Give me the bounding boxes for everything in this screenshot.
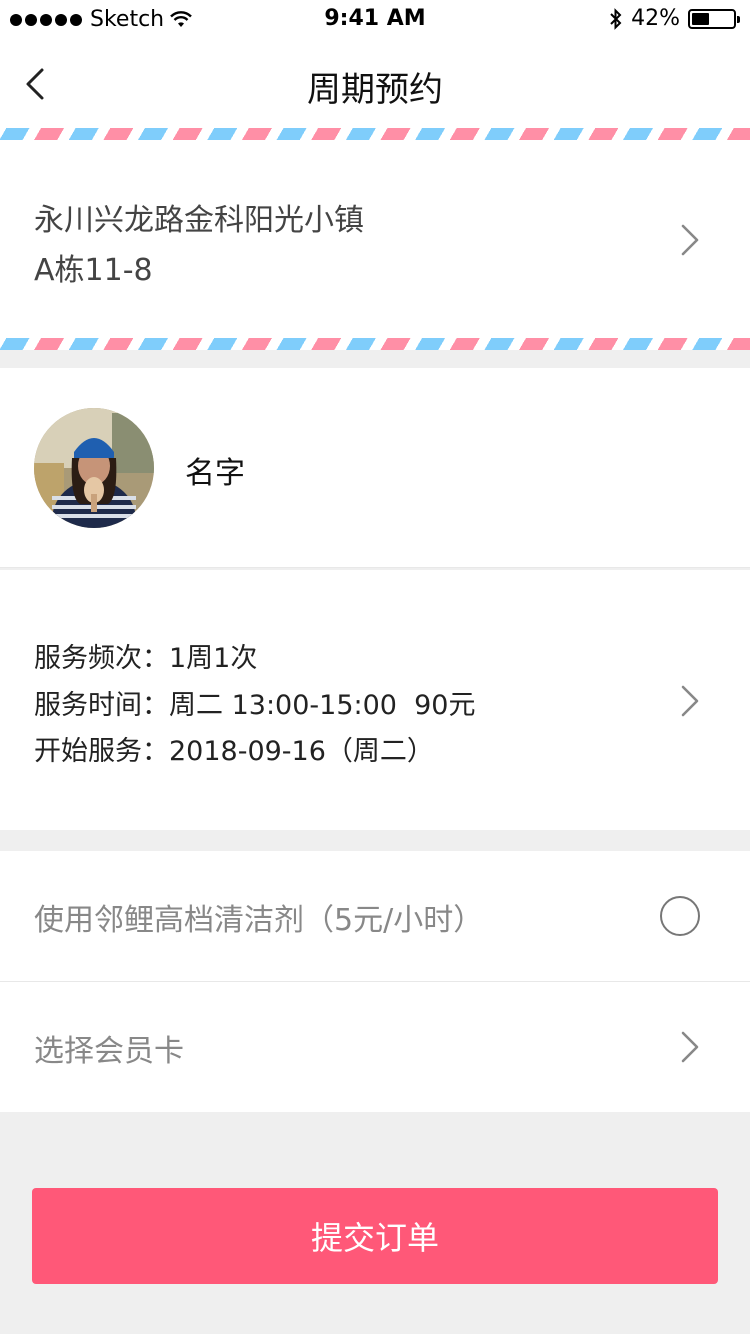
service-time: 服务时间：周二 13:00-15:00 90元 (34, 689, 476, 721)
chevron-right-icon (681, 685, 699, 717)
page-title: 周期预约 (307, 70, 443, 110)
stripe-bottom (0, 338, 750, 350)
cleaner-radio[interactable] (660, 896, 700, 936)
submit-order-button[interactable]: 提交订单 (32, 1188, 718, 1284)
stripe-top (0, 128, 750, 140)
service-details: 服务频次：1周1次 服务时间：周二 13:00-15:00 90元 开始服务：2… (34, 636, 475, 776)
status-bar: Sketch 9:41 AM 42% (0, 0, 750, 40)
chevron-right-icon (681, 224, 699, 256)
user-name: 名字 (185, 456, 245, 491)
service-frequency: 服务频次：1周1次 (34, 643, 258, 674)
avatar (34, 408, 154, 528)
status-right: 42% (609, 6, 740, 31)
user-row: 名字 (0, 368, 750, 568)
cleaner-option-row[interactable]: 使用邻鲤高档清洁剂（5元/小时） (0, 851, 750, 981)
nav-bar: 周期预约 (0, 40, 750, 128)
address-text: 永川兴龙路金科阳光小镇 A栋11-8 (34, 196, 364, 296)
member-card-label: 选择会员卡 (34, 1034, 184, 1069)
address-line-2: A栋11-8 (34, 253, 153, 288)
battery-percent: 42% (631, 6, 680, 31)
chevron-right-icon (681, 1031, 699, 1063)
battery-fill (692, 12, 709, 25)
address-line-1: 永川兴龙路金科阳光小镇 (34, 203, 364, 238)
cleaner-option-label: 使用邻鲤高档清洁剂（5元/小时） (34, 903, 484, 938)
service-card[interactable]: 服务频次：1周1次 服务时间：周二 13:00-15:00 90元 开始服务：2… (0, 570, 750, 830)
bluetooth-icon (610, 7, 622, 30)
member-card-row[interactable]: 选择会员卡 (0, 982, 750, 1112)
address-card[interactable]: 永川兴龙路金科阳光小镇 A栋11-8 (0, 128, 750, 350)
service-start: 开始服务：2018-09-16（周二） (34, 736, 434, 767)
battery-icon (688, 8, 740, 29)
